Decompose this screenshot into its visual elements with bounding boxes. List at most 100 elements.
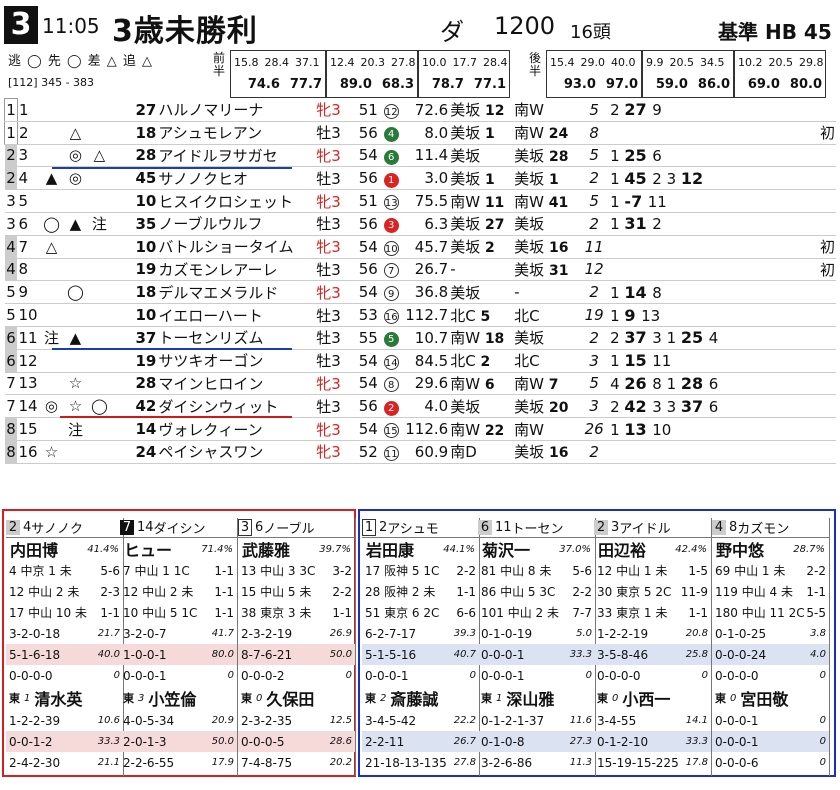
- waku-number: 1: [4, 98, 18, 122]
- lap-value: 27.8: [391, 56, 416, 69]
- trainer-region: 東: [597, 692, 608, 705]
- lap-box: 12.4 20.3 27.8 89.0 68.3: [326, 50, 418, 98]
- horse-number: 6: [255, 520, 264, 535]
- stat-record: 0-0-0-24: [715, 647, 767, 662]
- ride-pos: 1-1: [214, 584, 234, 599]
- waku-number: 2: [4, 144, 18, 168]
- horse-short-name: ダイシン: [153, 522, 206, 537]
- lap-times-first-half: 15.8 28.4 37.1 74.6 77.7 12.4 20.3 27.8 89.0 68.3…: [230, 50, 510, 98]
- training-1: 美坂 1: [449, 166, 514, 191]
- training-rank: 27: [484, 217, 505, 234]
- first-run-mark: [818, 98, 836, 122]
- stat-record: 2-2-6-55: [123, 755, 175, 770]
- runners-table: 1 1 27 ハルノマリーナ 牝3 51 12 72.6 美坂 12 南W 52 27 9 1 2 △…: [4, 98, 836, 464]
- past-index-value: 1: [610, 215, 625, 234]
- jockey-name-row: ヒュー 71.4%: [120, 538, 237, 560]
- stat-record: 2-3-2-19: [241, 626, 293, 641]
- speed-index: 45: [111, 166, 158, 191]
- trainer-stat: 3-2-6-86 11.3: [478, 752, 595, 773]
- training-course: 南W: [450, 329, 485, 348]
- training-course: 美坂: [450, 397, 481, 416]
- mark-3: [87, 349, 112, 373]
- jockey-header: 23 アイドル: [594, 518, 711, 538]
- speed-index: 10: [111, 189, 158, 213]
- stat-record: 0-1-0-25: [715, 626, 767, 641]
- sex-age: 牝3: [315, 417, 356, 441]
- waku-badge: 2: [6, 520, 20, 535]
- lap-value: 15.8: [234, 56, 259, 69]
- stat-record: 0-0-0-5: [241, 734, 285, 749]
- past-index: 4 26 8 1 28 6: [609, 372, 819, 396]
- jockey-rate: 41.4%: [87, 543, 119, 555]
- training-course: 北C: [450, 352, 481, 371]
- training-course-2: 北C: [514, 352, 540, 371]
- training-2: 美坂 16: [513, 440, 580, 464]
- training-course: 美坂: [450, 124, 485, 143]
- trainer-stat: 2-3-2-35 12.5: [238, 710, 355, 731]
- training-rating: 2: [579, 326, 610, 350]
- mark-3: [87, 417, 112, 441]
- lap-box: 10.2 20.5 29.8 69.0 80.0: [734, 50, 826, 98]
- training-1: 美坂: [449, 280, 514, 305]
- speed-index: 18: [111, 121, 158, 145]
- ride-pos: 7-7: [572, 605, 592, 620]
- jockey-name-row: 菊沢一 37.0%: [478, 538, 595, 560]
- speed-index: 27: [111, 98, 158, 122]
- stat-pct: 25.8: [685, 649, 708, 660]
- stat-pct: 14.1: [685, 715, 708, 726]
- mark-1: ◎: [39, 394, 64, 419]
- jockey-stat: 1-0-0-1 80.0: [120, 644, 237, 665]
- lap-total: 80.0: [789, 77, 822, 92]
- ride-pos: 1-1: [214, 605, 234, 620]
- sex-age: 牡3: [315, 121, 356, 145]
- trainer-region: 東: [715, 692, 726, 705]
- training-rank: 2: [480, 354, 491, 371]
- waku-badge: 1: [362, 519, 376, 536]
- past-index-value: 15: [624, 351, 653, 371]
- mark-2: [63, 349, 88, 373]
- popularity-cell: 12: [381, 98, 402, 122]
- race-number: 3: [4, 6, 38, 44]
- training-rank: 11: [484, 194, 505, 211]
- past-index-value: 6: [652, 146, 662, 165]
- stat-pct: 21.7: [97, 628, 120, 639]
- ride-pos: 1-1: [806, 584, 826, 599]
- stat-record: 8-7-6-21: [241, 647, 293, 662]
- weight: 51: [355, 98, 382, 122]
- jockey-ride-line: 86 中山 5 3C 2-2: [478, 581, 595, 602]
- ride-detail: 12 中山 2 未: [9, 585, 80, 599]
- stat-pct: 0: [819, 715, 826, 726]
- training-course-2: 北C: [514, 306, 540, 325]
- jockey-rate: 71.4%: [201, 543, 233, 555]
- horse-short-name: カズモン: [737, 522, 790, 537]
- stat-pct: 12.5: [329, 715, 352, 726]
- jockey-stat: 0-0-0-2 0: [238, 665, 355, 686]
- sex-age: 牝3: [315, 372, 356, 396]
- training-rating: 2: [579, 440, 610, 464]
- stat-record: 3-2-0-7: [123, 626, 167, 641]
- ride-pos: 5-5: [806, 605, 826, 620]
- horse-number: 2: [379, 520, 388, 535]
- win-odds: 45.7: [401, 235, 450, 259]
- popularity-badge: 3: [383, 218, 399, 234]
- stat-pct: 33.3: [685, 736, 708, 747]
- stat-record: 5-1-5-16: [365, 647, 417, 662]
- training-course-2: 南W: [514, 192, 549, 211]
- jockey-panel: 24 サノノク 内田博 41.4% 4 中京 1 未 5-6 12 中山 2 未 2-3 17…: [6, 518, 124, 776]
- underline-blue-11: [52, 348, 292, 350]
- past-index-value: 3: [666, 169, 681, 188]
- stat-record: 4-0-5-34: [123, 713, 175, 728]
- lap-row-bottom: 69.0 80.0: [738, 77, 822, 92]
- trainer-region: 東: [481, 692, 492, 705]
- mark-2: ◯: [63, 280, 88, 305]
- stat-pct: 10.6: [97, 715, 120, 726]
- stat-record: 3-2-0-18: [9, 626, 61, 641]
- past-index-value: 42: [624, 396, 653, 416]
- lap-row-bottom: 74.6 77.7: [234, 77, 322, 92]
- jockey-ride-line: 69 中山 1 未 2-2: [712, 560, 829, 581]
- ride-detail: 7 中山 1 1C: [123, 564, 190, 578]
- first-run-mark: 初: [818, 235, 836, 259]
- jockey-name: 野中悠: [716, 541, 765, 560]
- popularity-cell: 13: [381, 189, 402, 213]
- past-index: 1 25 6: [609, 144, 819, 168]
